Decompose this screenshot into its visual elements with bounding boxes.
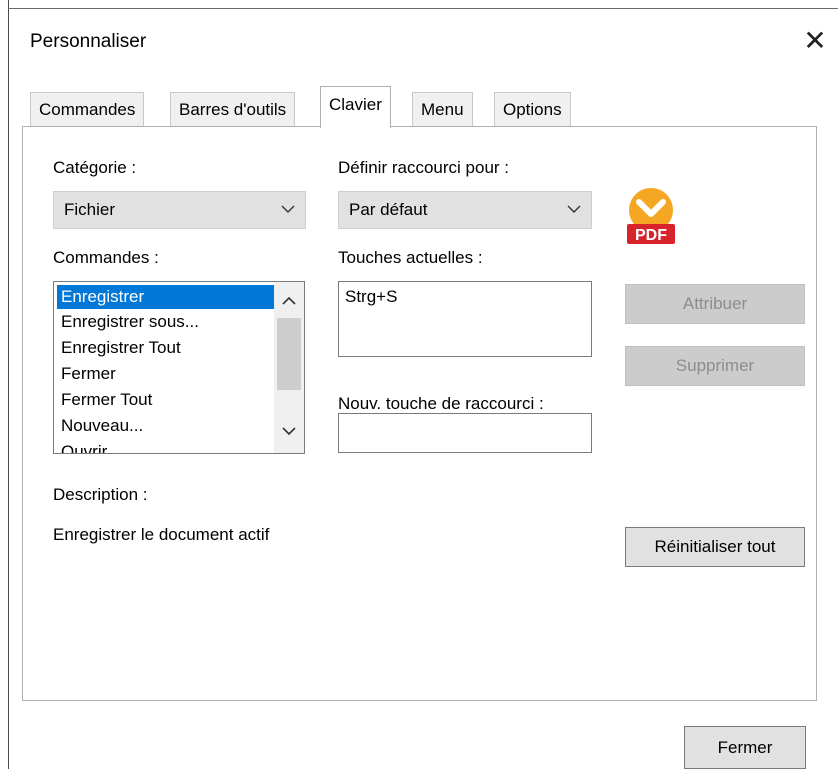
- list-item[interactable]: Strg+S: [345, 287, 585, 307]
- shortcut-for-label: Définir raccourci pour :: [338, 158, 510, 177]
- description-label: Description :: [53, 485, 148, 504]
- category-label: Catégorie :: [53, 158, 137, 177]
- commands-label: Commandes :: [53, 248, 159, 267]
- new-shortcut-label: Nouv. touche de raccourci :: [338, 394, 544, 413]
- commands-listbox[interactable]: Enregistrer Enregistrer sous... Enregist…: [53, 281, 305, 454]
- current-keys-label: Touches actuelles :: [338, 248, 483, 267]
- chevron-down-icon: [567, 205, 581, 213]
- close-button[interactable]: Fermer: [684, 726, 806, 769]
- list-item[interactable]: Enregistrer Tout: [54, 335, 274, 361]
- list-item[interactable]: Fermer Tout: [54, 387, 274, 413]
- chevron-down-icon: [281, 205, 295, 213]
- category-value: Fichier: [64, 200, 116, 219]
- shortcut-for-select[interactable]: Par défaut: [338, 191, 592, 229]
- list-item[interactable]: Enregistrer sous...: [54, 309, 274, 335]
- reset-all-button[interactable]: Réinitialiser tout: [625, 527, 805, 567]
- category-select[interactable]: Fichier: [53, 191, 306, 229]
- shortcut-for-value: Par défaut: [349, 200, 428, 219]
- pdf-logo-text: PDF: [635, 227, 667, 244]
- assign-button[interactable]: Attribuer: [625, 284, 805, 324]
- description-text: Enregistrer le document actif: [53, 525, 270, 544]
- list-item[interactable]: Fermer: [54, 361, 274, 387]
- new-shortcut-input[interactable]: [338, 413, 592, 453]
- commands-scrollbar[interactable]: [274, 282, 304, 453]
- list-item[interactable]: Nouveau...: [54, 413, 274, 439]
- chevron-down-icon[interactable]: [282, 426, 296, 436]
- pdf-app-icon: PDF: [627, 188, 675, 244]
- list-item[interactable]: Enregistrer: [57, 285, 274, 309]
- current-keys-list[interactable]: Strg+S: [338, 281, 592, 357]
- chevron-up-icon[interactable]: [282, 296, 296, 306]
- scroll-thumb[interactable]: [277, 318, 301, 390]
- remove-button[interactable]: Supprimer: [625, 346, 805, 386]
- list-item[interactable]: Ouvrir...: [54, 439, 274, 453]
